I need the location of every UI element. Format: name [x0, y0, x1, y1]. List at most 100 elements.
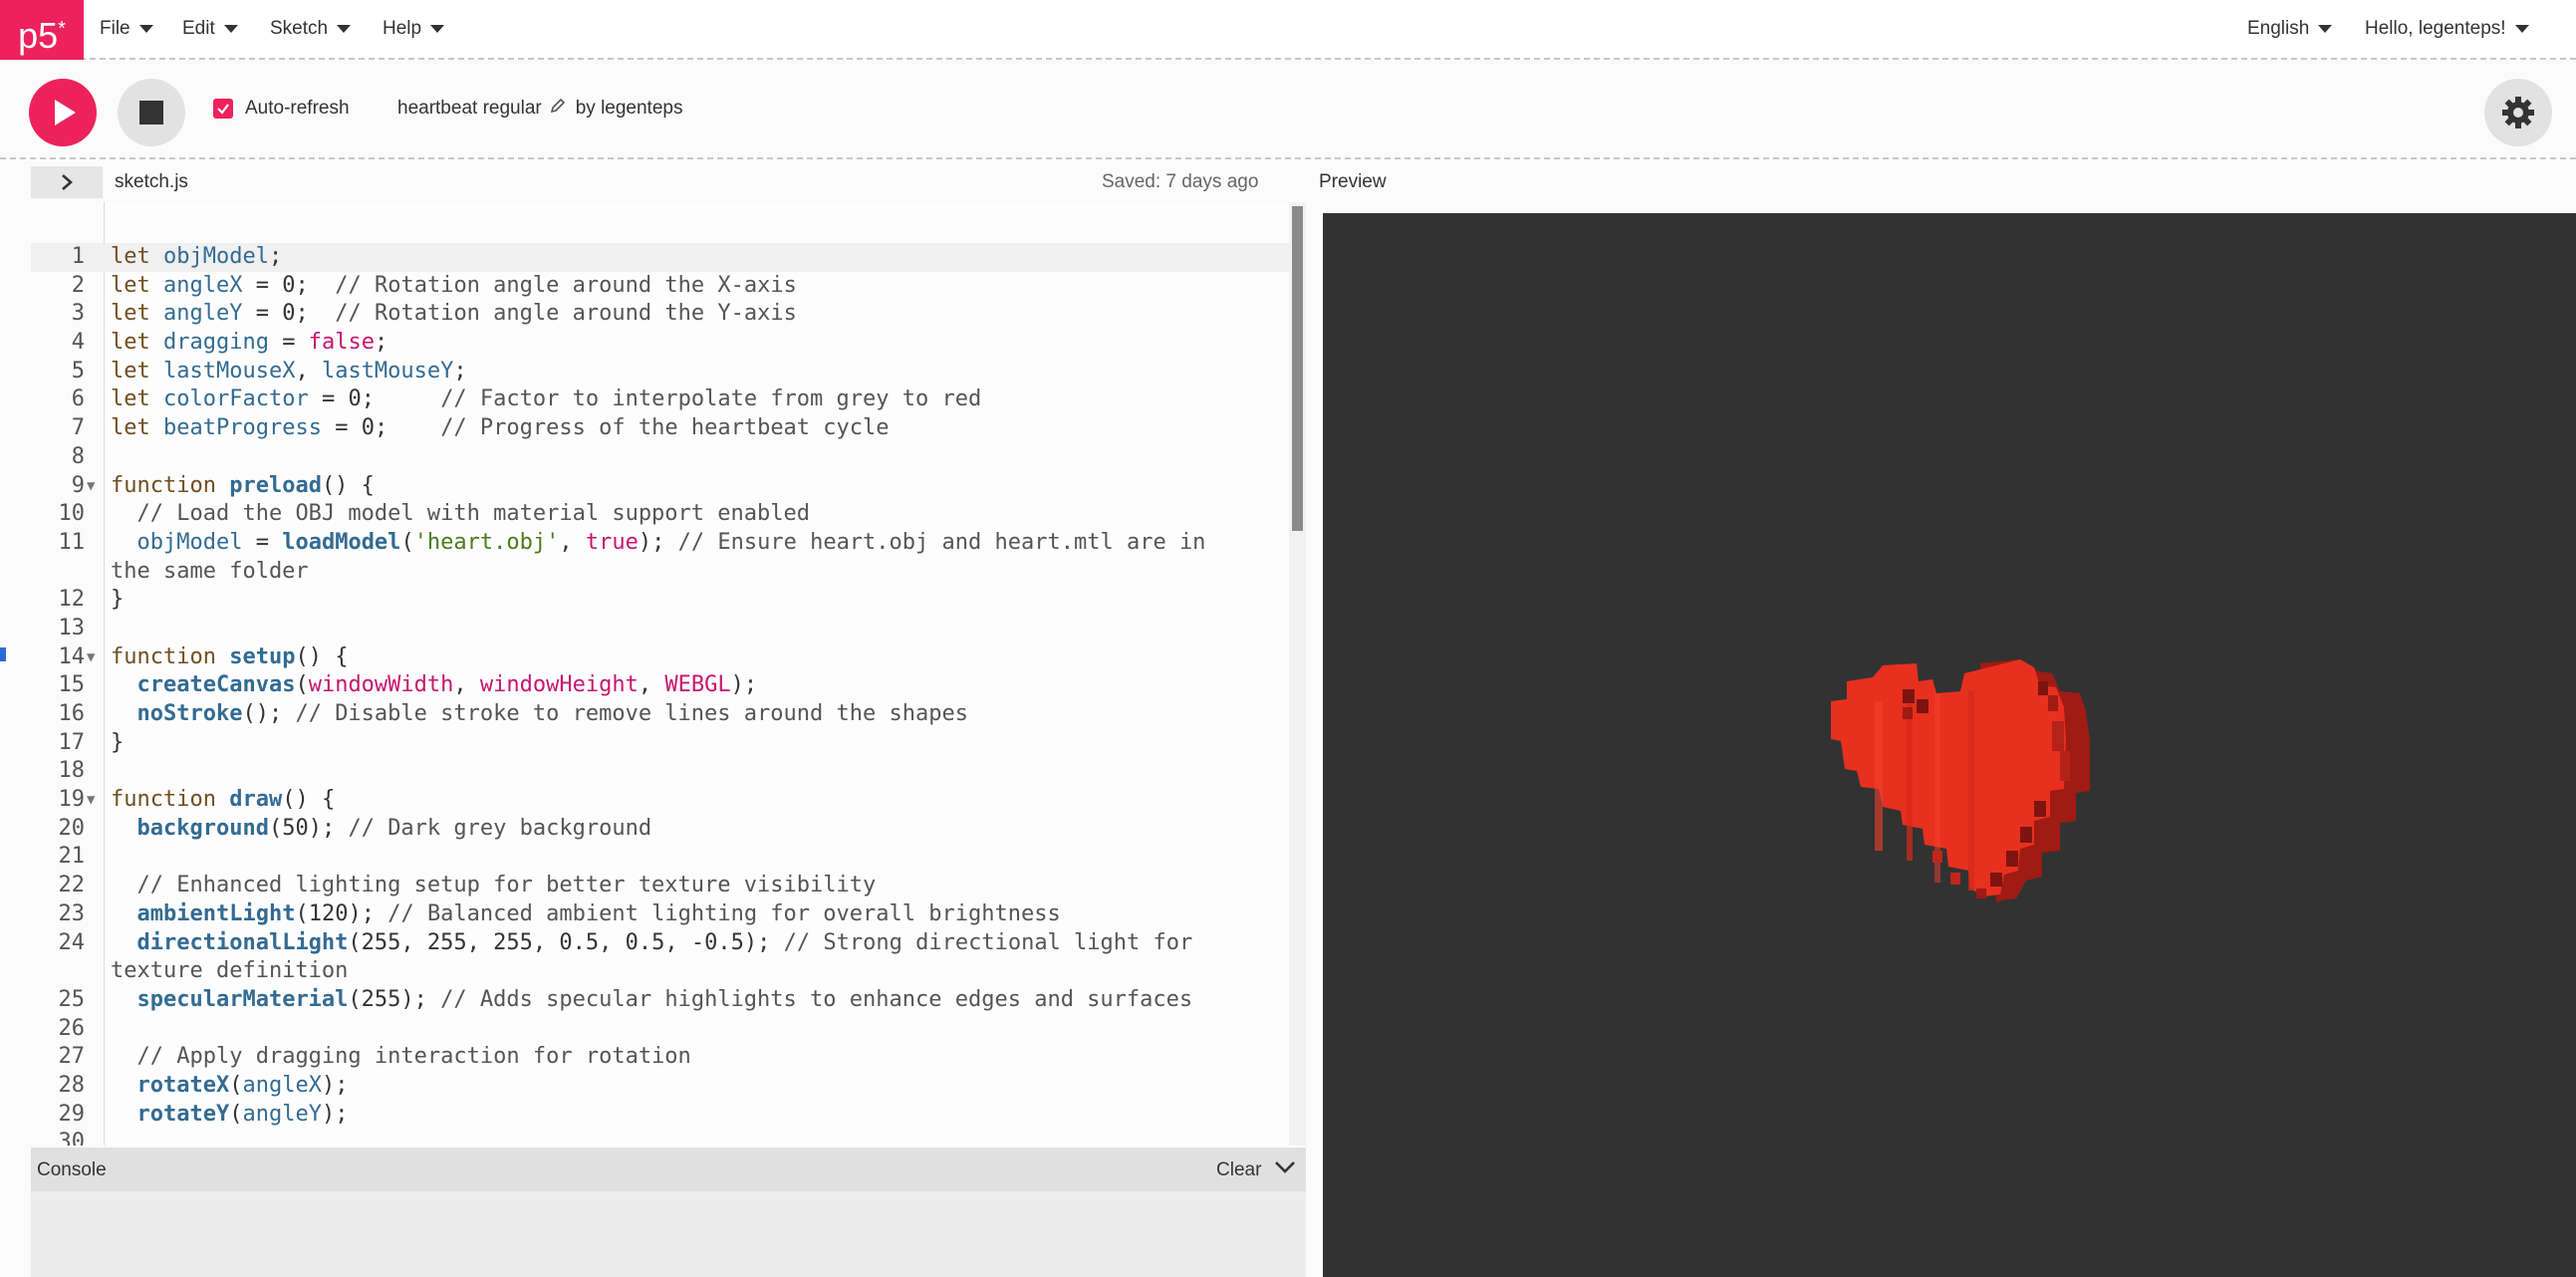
code-line[interactable]: texture definition — [31, 957, 1306, 986]
console-clear-button[interactable]: Clear — [1216, 1159, 1261, 1181]
code-line[interactable]: 28 rotateX(angleX); — [31, 1072, 1306, 1101]
line-number: 15 — [58, 672, 86, 698]
console-title: Console — [37, 1159, 107, 1180]
line-number: 16 — [58, 701, 86, 726]
line-number: 25 — [58, 986, 86, 1012]
play-button[interactable] — [29, 79, 97, 146]
preview-canvas[interactable] — [1323, 213, 2576, 1277]
fold-arrow-icon[interactable]: ▼ — [87, 472, 95, 501]
code-line[interactable]: 19 ▼ function draw() { — [31, 786, 1306, 815]
code-line[interactable]: 18 — [31, 757, 1306, 786]
code-text: let angleY = 0; // Rotation angle around… — [111, 301, 797, 327]
code-text: rotateX(angleX); — [136, 1072, 349, 1098]
pencil-icon[interactable] — [550, 98, 566, 120]
saved-status: Saved: 7 days ago — [1102, 171, 1259, 192]
code-line[interactable]: 30 — [31, 1129, 1306, 1146]
settings-button[interactable] — [2484, 79, 2552, 146]
expand-sidebar-button[interactable] — [31, 166, 103, 198]
code-line[interactable]: 6 let colorFactor = 0; // Factor to inter… — [31, 385, 1306, 414]
code-text: rotateY(angleY); — [136, 1101, 349, 1127]
code-line[interactable]: 3 let angleY = 0; // Rotation angle aroun… — [31, 300, 1306, 329]
code-text: noStroke(); // Disable stroke to remove … — [136, 701, 968, 726]
code-text: } — [111, 729, 125, 755]
code-line[interactable]: 15 createCanvas(windowWidth, windowHeigh… — [31, 671, 1306, 700]
code-line[interactable]: 5 let lastMouseX, lastMouseY; — [31, 358, 1306, 386]
code-text: ambientLight(120); // Balanced ambient l… — [136, 900, 1061, 926]
code-line[interactable]: 2 let angleX = 0; // Rotation angle aroun… — [31, 272, 1306, 301]
fold-arrow-icon[interactable]: ▼ — [87, 786, 95, 815]
code-line[interactable]: 4 let dragging = false; — [31, 329, 1306, 358]
chevron-right-icon — [62, 174, 73, 190]
sketch-title: heartbeat regular by legenteps — [397, 98, 682, 120]
play-icon — [55, 100, 76, 126]
code-text: let dragging = false; — [111, 330, 388, 356]
code-line[interactable]: 1 let objModel; — [31, 243, 1306, 272]
p5-logo[interactable]: p5* — [0, 0, 84, 60]
code-line[interactable]: 27 // Apply dragging interaction for rot… — [31, 1043, 1306, 1072]
line-number: 12 — [58, 587, 86, 613]
chevron-down-icon — [223, 25, 238, 33]
line-number: 5 — [71, 358, 85, 383]
file-tab-name[interactable]: sketch.js — [115, 171, 188, 193]
line-number: 17 — [58, 729, 86, 755]
code-line[interactable]: 21 — [31, 843, 1306, 872]
language-menu[interactable]: English — [2247, 0, 2333, 58]
line-number: 28 — [58, 1072, 86, 1098]
line-number: 19 — [58, 787, 86, 813]
line-number: 23 — [58, 900, 86, 926]
console-output — [31, 1191, 1306, 1277]
stop-button[interactable] — [118, 79, 185, 146]
fold-arrow-icon[interactable]: ▼ — [87, 643, 95, 672]
code-editor[interactable]: 1 let objModel; 2 let angleX = 0; // Rotati… — [31, 202, 1306, 1146]
top-nav: p5* File Edit Sketch Help English Hello,… — [0, 0, 2576, 60]
menu-help[interactable]: Help — [383, 0, 445, 58]
code-text: the same folder — [111, 558, 309, 584]
line-number: 20 — [58, 815, 86, 841]
line-number: 30 — [58, 1130, 86, 1146]
code-line[interactable]: 24 directionalLight(255, 255, 255, 0.5, … — [31, 929, 1306, 958]
line-number: 14 — [58, 643, 86, 669]
code-line[interactable]: 10 // Load the OBJ model with material s… — [31, 500, 1306, 529]
sketch-author: by legenteps — [575, 98, 683, 119]
code-line[interactable]: 9 ▼ function preload() { — [31, 472, 1306, 501]
code-line[interactable]: 16 noStroke(); // Disable stroke to remo… — [31, 700, 1306, 729]
sketch-name-text[interactable]: heartbeat regular — [397, 98, 542, 120]
code-text: // Apply dragging interaction for rotati… — [136, 1044, 691, 1070]
line-number: 1 — [71, 244, 85, 269]
editor-scrollbar-thumb[interactable] — [1292, 206, 1303, 531]
code-text: function setup() { — [111, 643, 349, 669]
code-line[interactable]: 20 background(50); // Dark grey backgrou… — [31, 815, 1306, 844]
code-line[interactable]: 7 let beatProgress = 0; // Progress of th… — [31, 414, 1306, 443]
code-line[interactable]: 29 rotateY(angleY); — [31, 1101, 1306, 1130]
code-line[interactable]: 13 — [31, 615, 1306, 643]
code-text: } — [111, 587, 125, 613]
user-menu[interactable]: Hello, legenteps! — [2365, 0, 2529, 58]
code-text: createCanvas(windowWidth, windowHeight, … — [136, 672, 758, 698]
line-number: 3 — [71, 301, 85, 327]
line-number: 21 — [58, 844, 86, 870]
line-number: 26 — [58, 1015, 86, 1041]
line-number: 4 — [71, 330, 85, 356]
code-line[interactable]: 11 objModel = loadModel('heart.obj', tru… — [31, 529, 1306, 558]
code-line[interactable]: 8 — [31, 443, 1306, 472]
code-line[interactable]: the same folder — [31, 558, 1306, 587]
code-line[interactable]: 26 — [31, 1015, 1306, 1044]
code-line[interactable]: 17} — [31, 729, 1306, 758]
chevron-down-icon[interactable] — [1274, 1159, 1296, 1180]
line-number: 7 — [71, 415, 85, 441]
code-line[interactable]: 14 ▼ function setup() { — [31, 643, 1306, 672]
menu-sketch[interactable]: Sketch — [270, 0, 352, 58]
autorefresh-label: Auto-refresh — [245, 98, 350, 119]
menu-edit[interactable]: Edit — [182, 0, 238, 58]
code-line[interactable]: 25 specularMaterial(255); // Adds specul… — [31, 986, 1306, 1015]
menu-file[interactable]: File — [100, 0, 153, 58]
code-line[interactable]: 12} — [31, 586, 1306, 615]
code-line[interactable]: 23 ambientLight(120); // Balanced ambien… — [31, 900, 1306, 929]
code-text: let colorFactor = 0; // Factor to interp… — [111, 386, 982, 412]
line-number: 2 — [71, 272, 85, 298]
autorefresh-toggle[interactable]: Auto-refresh — [213, 98, 350, 120]
code-text: specularMaterial(255); // Adds specular … — [136, 986, 1193, 1012]
code-line[interactable]: 22 // Enhanced lighting setup for better… — [31, 872, 1306, 900]
autorefresh-checkbox[interactable] — [213, 99, 233, 119]
toolbar: Auto-refresh heartbeat regular by legent… — [0, 61, 2576, 159]
